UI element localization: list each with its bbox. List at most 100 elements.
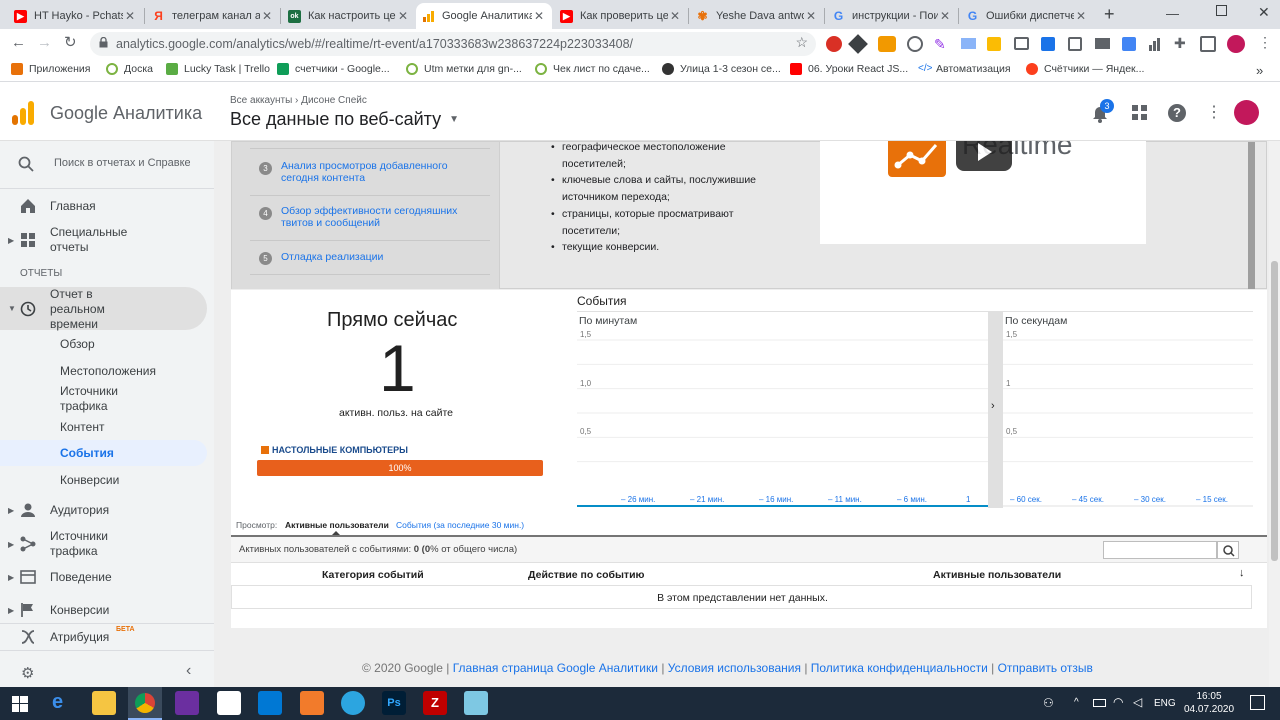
windows-start-icon[interactable] xyxy=(12,696,28,712)
bookmark-star-icon[interactable]: ☆ xyxy=(795,34,808,51)
footer-link[interactable]: Отправить отзыв xyxy=(998,661,1093,675)
tab-events-30min[interactable]: События (за последние 30 мин.) xyxy=(396,520,524,530)
sidebar-sub-traffic-sources[interactable]: Источники трафика xyxy=(60,384,140,414)
footer-link[interactable]: Условия использования xyxy=(668,661,801,675)
page-scrollbar[interactable] xyxy=(1269,141,1280,687)
store-icon[interactable] xyxy=(217,691,241,715)
sidebar-item-acquisition[interactable]: ▶ Источники трафика xyxy=(0,529,214,559)
browser-tab[interactable]: ▶ HT Hayko - Pchats ✕ xyxy=(8,3,143,29)
sort-descending-icon[interactable]: ↓ xyxy=(1239,567,1245,579)
edge-icon[interactable]: e xyxy=(52,691,76,715)
adblock-icon[interactable] xyxy=(826,36,842,52)
eyedropper-icon[interactable] xyxy=(848,34,868,54)
user-avatar[interactable] xyxy=(1234,100,1259,125)
vpn-icon[interactable] xyxy=(907,36,923,52)
minimize-window-icon[interactable]: — xyxy=(1166,6,1179,21)
bookmark-item[interactable]: Чек лист по сдаче... xyxy=(535,63,650,75)
tab-active-users[interactable]: Активные пользователи xyxy=(285,520,389,530)
more-options-icon[interactable]: ⋮ xyxy=(1206,102,1222,122)
tray-arrow-icon[interactable]: ^ xyxy=(1074,697,1079,708)
wifi-icon[interactable]: ◠ xyxy=(1113,695,1123,709)
bookmark-item[interactable]: Улица 1-3 сезон се... xyxy=(662,63,781,75)
sidebar-sub-events-active[interactable]: События xyxy=(0,440,207,466)
notifications-bell-icon[interactable]: 3 xyxy=(1090,99,1114,123)
sidebar-item-custom-reports[interactable]: ▶ Специальные отчеты xyxy=(0,225,214,255)
column-header[interactable]: Категория событий xyxy=(322,569,424,581)
view-selector[interactable]: Все данные по веб-сайту ▼ xyxy=(230,109,459,130)
footer-link[interactable]: Главная страница Google Аналитики xyxy=(453,661,658,675)
pen-icon[interactable]: ✎ xyxy=(934,36,950,52)
new-tab-button[interactable]: + xyxy=(1104,4,1115,25)
forward-arrow-icon[interactable]: → xyxy=(37,34,52,51)
close-tab-icon[interactable]: ✕ xyxy=(938,9,952,23)
language-indicator[interactable]: ENG xyxy=(1154,698,1176,709)
screenshot-icon[interactable] xyxy=(1041,37,1055,51)
filezilla-icon[interactable]: Z xyxy=(423,691,447,715)
chart-splitter[interactable]: › xyxy=(988,312,1003,508)
bookmark-apps[interactable]: Приложения xyxy=(11,63,90,75)
intro-step-link[interactable]: Анализ просмотров добавленного сегодня к… xyxy=(281,160,471,184)
notepad-icon[interactable] xyxy=(464,691,488,715)
table-search-input[interactable] xyxy=(1103,541,1217,559)
sidebar-sub-conversions[interactable]: Конверсии xyxy=(60,473,119,488)
browser-tab[interactable]: ✾ Yeshe Dava antwo ✕ xyxy=(690,3,824,29)
notification-center-icon[interactable] xyxy=(1250,695,1265,710)
bookmark-item[interactable]: Utm метки для gn-... xyxy=(406,63,522,75)
code-icon[interactable] xyxy=(1068,37,1082,51)
close-tab-icon[interactable]: ✕ xyxy=(1074,9,1088,23)
browser-tab[interactable]: Я телеграм канал ас ✕ xyxy=(146,3,280,29)
key-icon[interactable] xyxy=(987,37,1001,51)
close-tab-icon[interactable]: ✕ xyxy=(396,9,410,23)
bookmark-item[interactable]: счетчики - Google... xyxy=(277,63,390,75)
intro-step-link[interactable]: Отладка реализации xyxy=(281,251,383,263)
bookmark-item[interactable]: 06. Уроки React JS... xyxy=(790,63,908,75)
extensions-puzzle-icon[interactable]: ✚ xyxy=(1174,35,1186,52)
profile-avatar[interactable] xyxy=(1227,35,1245,53)
chrome-taskbar-button[interactable] xyxy=(128,687,162,720)
telegram-icon[interactable] xyxy=(341,691,365,715)
mail-app-icon[interactable] xyxy=(258,691,282,715)
back-arrow-icon[interactable]: ← xyxy=(11,34,26,51)
sidebar-sub-overview[interactable]: Обзор xyxy=(60,337,95,352)
intro-step-link[interactable]: Обзор эффективности сегодняшних твитов и… xyxy=(281,205,481,229)
address-bar[interactable]: analytics.google.com/analytics/web/#/rea… xyxy=(90,32,816,56)
sidebar-item-realtime[interactable]: ▼ Отчет в реальном времени xyxy=(0,287,207,331)
scrollbar-thumb[interactable] xyxy=(1271,261,1278,561)
video-play-button[interactable] xyxy=(956,141,1012,171)
browser-tab[interactable]: G инструкции - Пои ✕ xyxy=(826,3,958,29)
people-icon[interactable]: ⚇ xyxy=(1043,696,1054,710)
photoshop-icon[interactable]: Ps xyxy=(382,691,406,715)
close-tab-icon[interactable]: ✕ xyxy=(804,9,818,23)
phpstorm-icon[interactable] xyxy=(175,691,199,715)
browser-menu-icon[interactable]: ⋮ xyxy=(1258,34,1272,51)
footer-link[interactable]: Политика конфиденциальности xyxy=(811,661,988,675)
table-search-button[interactable] xyxy=(1217,541,1239,559)
file-explorer-icon[interactable] xyxy=(92,691,116,715)
reload-icon[interactable]: ↻ xyxy=(64,33,77,51)
bookmark-item[interactable]: Lucky Task | Trello xyxy=(166,63,270,75)
close-tab-icon[interactable]: ✕ xyxy=(668,9,682,23)
account-breadcrumb[interactable]: Все аккаунты › Дисоне Спейс xyxy=(230,95,367,106)
xampp-icon[interactable] xyxy=(300,691,324,715)
sidebar-item-conversions[interactable]: ▶ Конверсии xyxy=(0,602,214,618)
reading-list-icon[interactable] xyxy=(1200,36,1216,52)
counter-ext-icon[interactable] xyxy=(878,36,896,52)
sidebar-item-behavior[interactable]: ▶ Поведение xyxy=(0,569,214,585)
intro-video[interactable]: Realtime xyxy=(820,141,1146,244)
volume-icon[interactable]: ◁ xyxy=(1133,695,1142,709)
sidebar-sub-locations[interactable]: Местоположения xyxy=(60,364,156,379)
close-tab-icon[interactable]: ✕ xyxy=(260,9,274,23)
sidebar-item-attribution[interactable]: Атрибуция БЕТА xyxy=(0,626,214,645)
collapse-sidebar-icon[interactable]: ‹ xyxy=(186,662,191,680)
column-header[interactable]: Действие по событию xyxy=(528,569,645,581)
sidebar-sub-content[interactable]: Контент xyxy=(60,420,104,435)
bookmark-item[interactable]: Счётчики — Яндек... xyxy=(1026,63,1144,75)
sidebar-item-home[interactable]: Главная xyxy=(0,198,214,214)
close-tab-icon[interactable]: ✕ xyxy=(532,9,546,23)
help-icon[interactable]: ? xyxy=(1168,104,1186,122)
docs-icon[interactable] xyxy=(1122,37,1136,51)
camera-icon[interactable] xyxy=(1014,37,1029,50)
bookmark-item[interactable]: Доска xyxy=(106,63,153,75)
column-header[interactable]: Активные пользователи xyxy=(933,569,1061,581)
maximize-window-icon[interactable] xyxy=(1216,5,1227,16)
